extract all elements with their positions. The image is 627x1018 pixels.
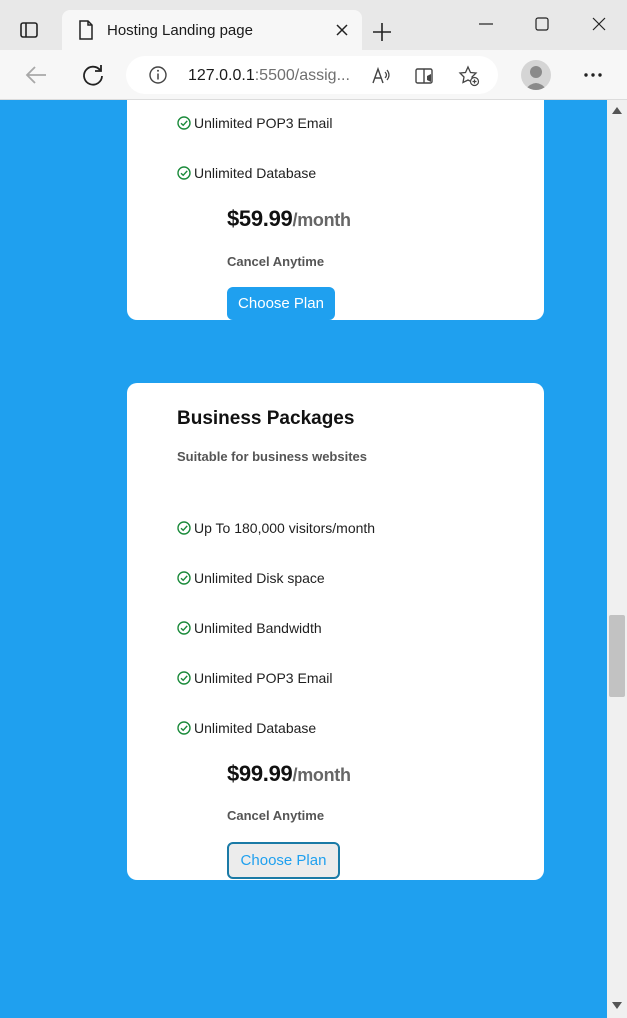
plan-title: Business Packages [177,408,355,429]
plan-card: Unlimited POP3 Email Unlimited Database … [127,100,544,320]
reload-icon[interactable] [80,62,106,88]
new-tab-icon[interactable] [370,20,394,44]
check-circle-icon [177,521,191,535]
cancel-anytime-text: Cancel Anytime [227,808,325,823]
more-options-icon[interactable] [582,64,604,86]
check-circle-icon [177,166,191,180]
feature-text: Unlimited POP3 Email [194,115,333,131]
feature-item: Unlimited Database [177,163,316,183]
browser-toolbar: 127.0.0.1:5500/assig... [0,50,627,100]
cancel-anytime-text: Cancel Anytime [227,254,325,269]
profile-avatar[interactable] [521,60,551,90]
address-bar[interactable]: 127.0.0.1:5500/assig... [126,56,498,94]
browser-tab[interactable]: Hosting Landing page [62,10,362,51]
choose-plan-button[interactable]: Choose Plan [227,287,335,320]
feature-item: Unlimited POP3 Email [177,668,333,688]
info-icon[interactable] [148,65,168,85]
minimize-icon[interactable] [476,14,496,34]
page-viewport: Unlimited POP3 Email Unlimited Database … [0,100,607,1018]
maximize-icon[interactable] [532,14,552,34]
feature-text: Unlimited Database [194,165,317,181]
document-icon [79,20,93,40]
feature-item: Unlimited Bandwidth [177,618,322,638]
check-circle-icon [177,721,191,735]
check-circle-icon [177,671,191,685]
plan-card-business: Business Packages Suitable for business … [127,383,544,880]
check-circle-icon [177,621,191,635]
plan-price: $59.99/month [227,206,351,231]
vertical-scrollbar[interactable] [607,100,627,1018]
browser-titlebar: Hosting Landing page [0,0,627,51]
feature-item: Up To 180,000 visitors/month [177,518,375,538]
scrollbar-thumb[interactable] [609,615,625,697]
url-text[interactable]: 127.0.0.1:5500/assig... [188,67,350,85]
feature-text: Up To 180,000 visitors/month [194,520,376,536]
check-circle-icon [177,571,191,585]
scroll-up-arrow-icon[interactable] [612,106,622,114]
user-icon [525,66,547,90]
close-tab-icon[interactable] [334,22,350,38]
check-circle-icon [177,116,191,130]
tab-actions-icon[interactable] [18,19,40,41]
plan-subtitle: Suitable for business websites [177,449,367,464]
immersive-reader-icon[interactable] [414,65,436,87]
plan-price: $99.99/month [227,761,351,786]
feature-text: Unlimited Disk space [194,570,325,586]
feature-item: Unlimited POP3 Email [177,113,333,133]
feature-text: Unlimited Database [194,720,317,736]
feature-text: Unlimited POP3 Email [194,670,333,686]
tab-title: Hosting Landing page [107,22,253,39]
back-arrow-icon[interactable] [24,63,50,87]
close-window-icon[interactable] [589,14,609,34]
feature-item: Unlimited Database [177,718,316,738]
feature-item: Unlimited Disk space [177,568,325,588]
choose-plan-button[interactable]: Choose Plan [227,842,340,879]
feature-text: Unlimited Bandwidth [194,620,322,636]
scroll-down-arrow-icon[interactable] [612,1002,622,1010]
add-favorite-icon[interactable] [458,65,480,87]
read-aloud-icon[interactable] [370,65,392,87]
